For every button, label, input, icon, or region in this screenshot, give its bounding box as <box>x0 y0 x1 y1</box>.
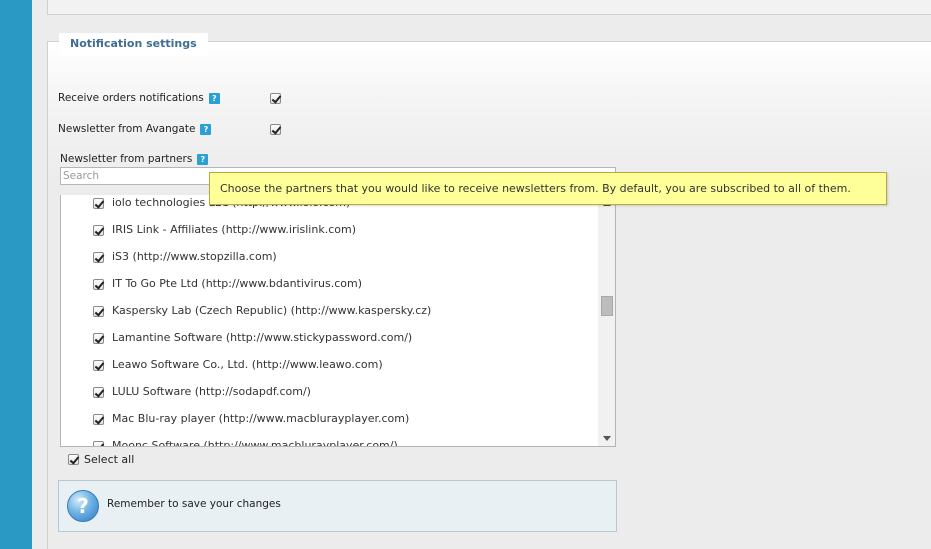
save-reminder-text: Remember to save your changes <box>107 498 281 510</box>
partner-checkbox[interactable] <box>93 198 104 209</box>
help-icon[interactable]: ? <box>208 92 220 104</box>
partner-label: LULU Software (http://sodapdf.com/) <box>112 385 311 398</box>
partner-label: Mac Blu-ray player (http://www.macbluray… <box>112 412 410 425</box>
list-item[interactable]: IRIS Link - Affiliates (http://www.irisl… <box>61 222 599 249</box>
orders-notifications-checkbox[interactable] <box>270 93 281 104</box>
partners-list: iolo technologies LLC (http://www.iolo.c… <box>60 195 616 447</box>
avangate-newsletter-checkbox[interactable] <box>270 124 281 135</box>
list-item[interactable]: IT To Go Pte Ltd (http://www.bdantivirus… <box>61 276 599 303</box>
list-item[interactable]: iS3 (http://www.stopzilla.com) <box>61 249 599 276</box>
select-all-label: Select all <box>84 453 135 466</box>
left-sidebar-strip <box>0 0 32 549</box>
help-icon[interactable]: ? <box>197 153 209 165</box>
list-item[interactable]: Moonc Software (http://www.macblurayplay… <box>61 438 599 447</box>
partner-label: Kaspersky Lab (Czech Republic) (http://w… <box>112 304 432 317</box>
partner-checkbox[interactable] <box>93 441 104 446</box>
partner-label: iS3 (http://www.stopzilla.com) <box>112 250 277 263</box>
partner-label: IT To Go Pte Ltd (http://www.bdantivirus… <box>112 277 363 290</box>
list-item[interactable]: Leawo Software Co., Ltd. (http://www.lea… <box>61 357 599 384</box>
partner-checkbox[interactable] <box>93 252 104 263</box>
partner-label: IRIS Link - Affiliates (http://www.irisl… <box>112 223 356 236</box>
scroll-down-arrow-icon[interactable] <box>603 436 611 441</box>
partners-newsletter-row: Newsletter from partners ? <box>60 153 209 165</box>
select-all-checkbox[interactable] <box>68 454 79 465</box>
avangate-newsletter-label: Newsletter from Avangate <box>58 123 196 135</box>
scroll-thumb[interactable] <box>601 296 613 316</box>
partner-checkbox[interactable] <box>93 414 104 425</box>
partner-label: Leawo Software Co., Ltd. (http://www.lea… <box>112 358 383 371</box>
partners-help-tooltip: Choose the partners that you would like … <box>209 172 887 205</box>
avangate-newsletter-row: Newsletter from Avangate ? <box>58 123 212 135</box>
partner-label: Lamantine Software (http://www.stickypas… <box>112 331 413 344</box>
list-item[interactable]: Kaspersky Lab (Czech Republic) (http://w… <box>61 303 599 330</box>
list-item[interactable]: Lamantine Software (http://www.stickypas… <box>61 330 599 357</box>
list-item[interactable]: LULU Software (http://sodapdf.com/) <box>61 384 599 411</box>
partner-checkbox[interactable] <box>93 360 104 371</box>
help-icon[interactable]: ? <box>200 123 212 135</box>
question-icon: ? <box>67 490 99 522</box>
section-title: Notification settings <box>59 33 208 56</box>
list-item[interactable]: Mac Blu-ray player (http://www.macbluray… <box>61 411 599 438</box>
partners-newsletter-label: Newsletter from partners <box>60 153 193 165</box>
partner-checkbox[interactable] <box>93 333 104 344</box>
partner-label: Moonc Software (http://www.macblurayplay… <box>112 439 398 447</box>
previous-section-panel <box>47 0 931 15</box>
partner-checkbox[interactable] <box>93 387 104 398</box>
partner-checkbox[interactable] <box>93 306 104 317</box>
list-scrollbar[interactable] <box>598 195 615 446</box>
orders-notifications-label: Receive orders notifications <box>58 92 204 104</box>
save-reminder-box: ? Remember to save your changes <box>58 480 617 532</box>
partner-checkbox[interactable] <box>93 225 104 236</box>
partner-checkbox[interactable] <box>93 279 104 290</box>
orders-notifications-row: Receive orders notifications ? <box>58 92 220 104</box>
